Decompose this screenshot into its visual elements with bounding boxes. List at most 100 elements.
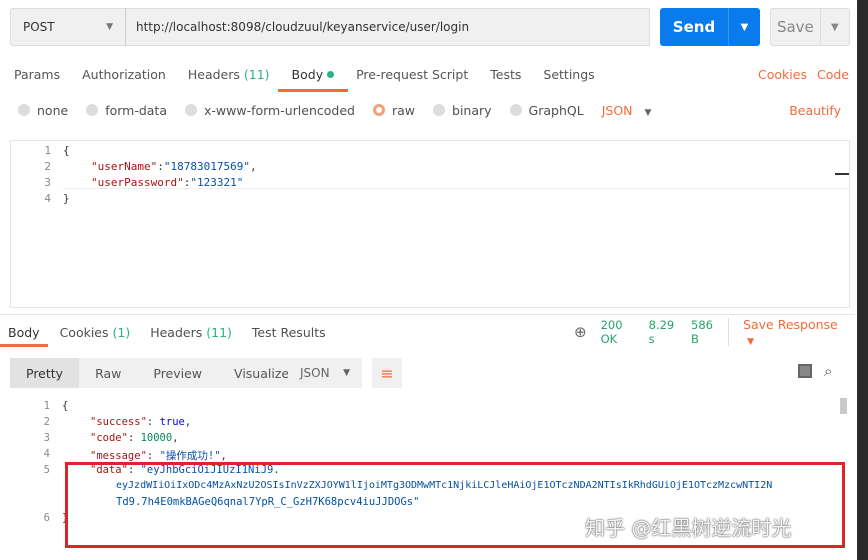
copy-icon[interactable] [798, 364, 812, 378]
radio-form-data[interactable]: form-data [86, 103, 167, 118]
beautify-link[interactable]: Beautify [789, 103, 841, 118]
line-number: 2 [44, 160, 51, 173]
active-dot-icon [327, 70, 335, 78]
code-line: "message": "操作成功!", [90, 450, 227, 462]
tab-authorization[interactable]: Authorization [82, 67, 166, 82]
response-status: ⊕ 200 OK 8.29 s 586 B Save Response ▼ [574, 317, 868, 347]
headers-count: (11) [206, 324, 232, 340]
tab-tests[interactable]: Tests [490, 67, 521, 82]
tab-body[interactable]: Body [277, 67, 348, 92]
wrap-lines-icon[interactable]: ≡ [372, 358, 402, 388]
radio-raw[interactable]: raw [372, 103, 415, 118]
radio-icon [86, 104, 99, 116]
json-value: "操作成功!" [159, 450, 221, 462]
code-line: { [63, 144, 70, 157]
save-response-label: Save Response [743, 317, 838, 332]
json-value: 10000 [140, 432, 173, 444]
send-button[interactable]: Send ▼ [660, 8, 760, 46]
line-number: 3 [44, 176, 51, 189]
line-number: 4 [43, 448, 50, 460]
response-tab-headers[interactable]: Headers (11) [150, 325, 232, 340]
save-button[interactable]: Save ▼ [770, 8, 850, 46]
chevron-down-icon: ▼ [343, 368, 350, 378]
response-format-label: JSON [300, 366, 330, 380]
radio-label: none [37, 102, 69, 118]
tab-label: Headers [150, 324, 203, 340]
scrollbar[interactable] [840, 398, 847, 414]
view-pretty[interactable]: Pretty [10, 358, 80, 388]
tab-label: Headers [187, 66, 240, 82]
line-number: 1 [43, 400, 50, 412]
chevron-down-icon: ▼ [747, 337, 754, 347]
code-line: "code": 10000, [90, 432, 179, 444]
radio-none[interactable]: none [18, 103, 68, 118]
json-key: "userName" [91, 160, 158, 173]
response-tab-body[interactable]: Body [0, 325, 48, 347]
json-key: "message" [90, 450, 147, 462]
body-type-options: none form-data x-www-form-urlencoded raw… [0, 100, 855, 120]
radio-label: form-data [105, 102, 167, 118]
response-size[interactable]: 586 B [691, 318, 730, 346]
chevron-down-icon[interactable]: ▼ [819, 9, 849, 45]
method-label: POST [23, 20, 55, 34]
radio-graphql[interactable]: GraphQL [509, 102, 584, 118]
code-line: "success": true, [90, 416, 192, 428]
raw-format-label: JSON [601, 102, 633, 118]
save-label: Save [776, 18, 814, 36]
tab-settings[interactable]: Settings [543, 67, 594, 82]
json-key: "code" [90, 432, 128, 444]
line-number: 6 [43, 512, 50, 524]
response-tab-test-results[interactable]: Test Results [252, 325, 326, 340]
radio-icon [185, 104, 197, 116]
json-value: true [159, 416, 185, 428]
send-label: Send [672, 18, 716, 36]
cookies-link[interactable]: Cookies [758, 67, 807, 82]
line-number: 5 [43, 464, 50, 476]
code-line: } [63, 192, 70, 205]
tab-label: Cookies [59, 324, 109, 340]
watermark: 知乎 @红黑树逆流时光 [585, 516, 792, 540]
line-number: 4 [44, 192, 51, 205]
chevron-down-icon[interactable]: ▼ [728, 8, 760, 46]
radio-binary[interactable]: binary [433, 103, 492, 118]
tab-headers[interactable]: Headers (11) [188, 67, 270, 82]
json-value: "18783017569" [163, 160, 250, 173]
view-mode-segment: Pretty Raw Preview Visualize [10, 358, 306, 388]
status-code[interactable]: 200 OK [601, 318, 635, 346]
radio-icon [509, 104, 522, 116]
method-select[interactable]: POST ▼ [10, 8, 126, 46]
tab-pre-request-script[interactable]: Pre-request Script [356, 67, 468, 82]
headers-count: (11) [243, 66, 270, 82]
radio-urlencoded[interactable]: x-www-form-urlencoded [185, 103, 355, 118]
search-icon[interactable]: ⌕ [824, 362, 832, 380]
raw-format-select[interactable]: JSON ▼ [602, 103, 652, 118]
response-time[interactable]: 8.29 s [649, 318, 677, 346]
chevron-down-icon: ▼ [106, 22, 113, 32]
request-body-editor[interactable]: 1 2 3 4 { "userName":"18783017569", "use… [10, 140, 850, 308]
code-line: { [62, 400, 69, 412]
radio-label: binary [452, 102, 492, 118]
radio-label: x-www-form-urlencoded [204, 102, 355, 118]
response-format-select[interactable]: JSON ▼ [288, 358, 362, 388]
radio-selected-icon [372, 104, 385, 116]
response-tab-cookies[interactable]: Cookies (1) [60, 325, 131, 340]
url-input[interactable]: http://localhost:8098/cloudzuul/keyanser… [125, 8, 650, 46]
json-key: "success" [90, 416, 147, 428]
line-number: 1 [44, 144, 51, 157]
code-link[interactable]: Code [817, 67, 849, 82]
radio-icon [18, 104, 30, 116]
scrollbar[interactable] [835, 173, 849, 175]
divider [0, 314, 855, 315]
tab-params[interactable]: Params [14, 67, 60, 82]
radio-icon [433, 104, 446, 116]
globe-icon[interactable]: ⊕ [574, 323, 587, 341]
cursor-line [63, 174, 849, 189]
radio-label: GraphQL [528, 102, 584, 118]
save-response-button[interactable]: Save Response ▼ [743, 317, 854, 347]
line-number: 2 [43, 416, 50, 428]
view-raw[interactable]: Raw [79, 366, 137, 381]
code-line: "userName":"18783017569", [91, 160, 257, 173]
request-tabs: Params Authorization Headers (11) Body P… [0, 62, 855, 92]
chevron-down-icon: ▼ [644, 107, 652, 118]
view-preview[interactable]: Preview [137, 366, 218, 381]
